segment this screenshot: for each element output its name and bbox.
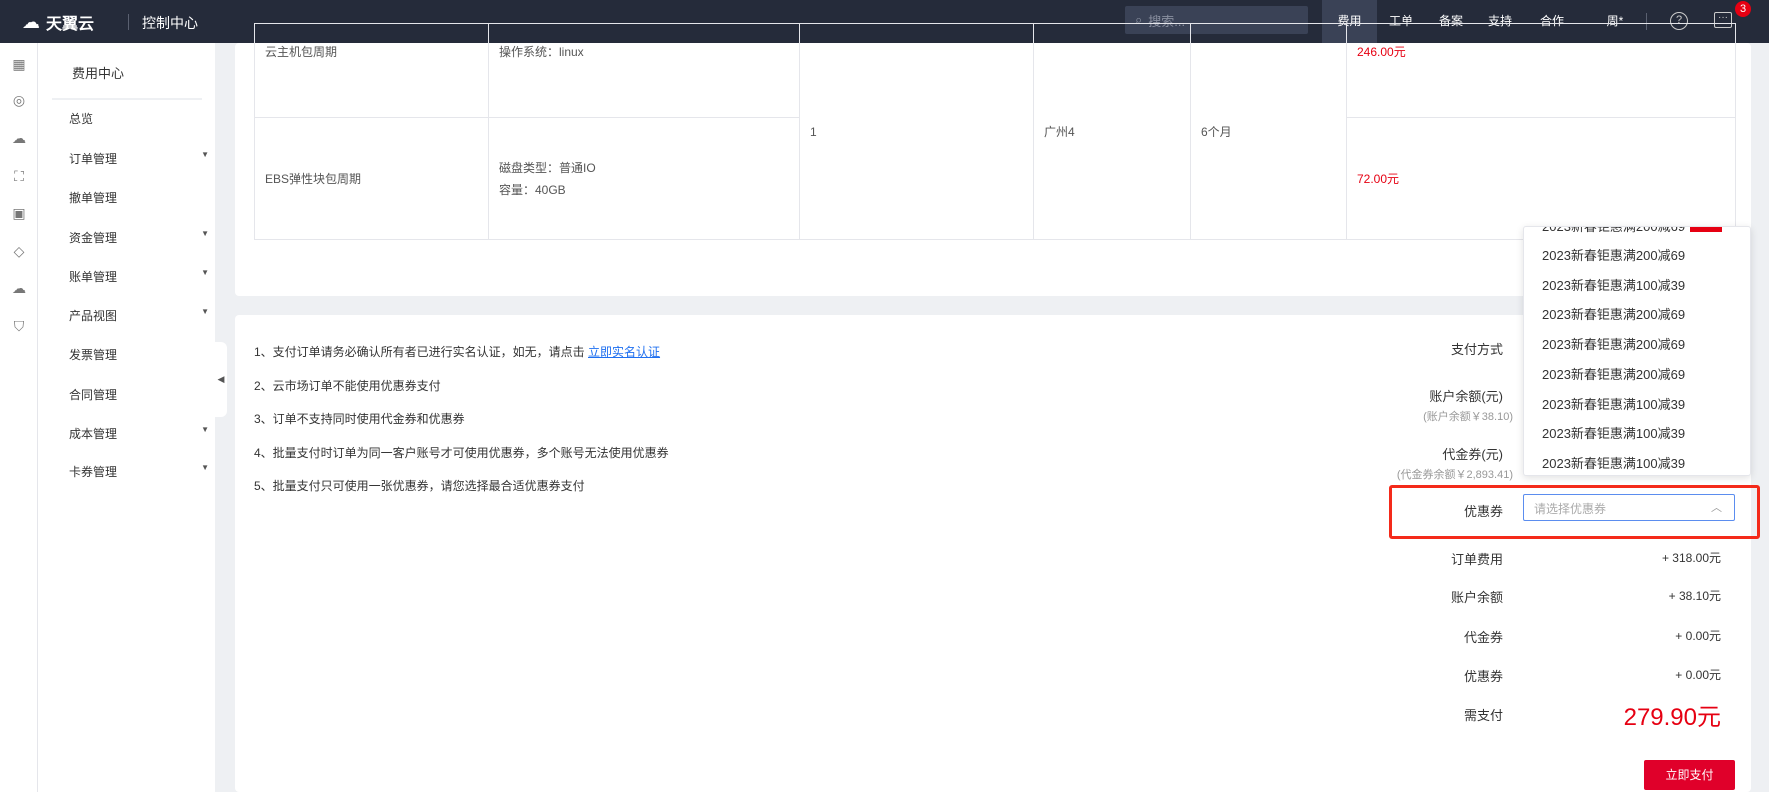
sidebar-item[interactable]: 总览	[69, 110, 209, 127]
product-config: 操作系统：linux	[488, 23, 800, 118]
note-3: 3、订单不支持同时使用代金券和优惠券	[254, 412, 465, 426]
caret-down-icon: ▼	[201, 229, 209, 238]
sidebar-item[interactable]: 产品视图 ▼	[69, 307, 209, 324]
note-2: 2、云市场订单不能使用优惠券支付	[254, 379, 441, 393]
summary-label: 订单费用	[1450, 552, 1503, 567]
cloud-upload-icon[interactable]: ☁	[8, 277, 30, 299]
sidebar-item[interactable]: 卡券管理 ▼	[69, 463, 209, 480]
balance-sub: (账户余额￥38.10)	[1423, 411, 1513, 423]
dashboard-icon[interactable]: ▦	[8, 53, 30, 75]
coupon-option[interactable]: 2023新春钜惠满100减39	[1542, 423, 1685, 442]
note-5: 5、批量支付只可使用一张优惠券，请您选择最合适优惠券支付	[254, 479, 585, 493]
storage-icon[interactable]: ▣	[8, 202, 30, 224]
pay-now-button[interactable]: 立即支付	[1644, 760, 1735, 790]
balance-label: 账户余额(元)	[1429, 389, 1503, 404]
sidebar-item[interactable]: 成本管理 ▼	[69, 425, 209, 442]
caret-down-icon: ▼	[201, 463, 209, 472]
caret-left-icon: ◀	[217, 374, 225, 384]
caret-down-icon: ▼	[201, 307, 209, 316]
summary-value: + 318.00元	[1661, 551, 1721, 565]
voucher-sub: (代金券余额￥2,893.41)	[1396, 469, 1513, 481]
region: 广州4	[1033, 23, 1191, 240]
quantity: 1	[799, 23, 1034, 240]
sidebar-item[interactable]: 账单管理 ▼	[69, 268, 209, 285]
cloud-server-icon[interactable]: ☁	[8, 127, 30, 149]
product-config: 容量：40GB	[499, 182, 566, 197]
caret-down-icon: ▼	[201, 150, 209, 159]
divider	[52, 98, 202, 100]
vpc-icon[interactable]: ⛶	[8, 165, 30, 187]
caret-down-icon: ▼	[201, 425, 209, 434]
product-name: EBS弹性块包周期	[254, 117, 489, 240]
icon-rail: ▦ ◎ ☁ ⛶ ▣ ◇ ☁ ⛉	[0, 43, 38, 792]
coupon-option[interactable]: 2023新春钜惠满200减69	[1542, 334, 1685, 353]
summary-value: + 0.00元	[1675, 668, 1721, 682]
coupon-tag	[1690, 227, 1722, 232]
cloud-logo-icon: ☁	[22, 11, 40, 32]
coupon-option[interactable]: 2023新春钜惠满200减69	[1542, 245, 1685, 264]
coupon-option[interactable]: 2023新春钜惠满100减39	[1542, 394, 1685, 413]
coupon-dropdown: 2023新春钜惠满200减69 2023新春钜惠满200减69 2023新春钜惠满…	[1523, 226, 1751, 476]
sidebar-item[interactable]: 发票管理	[69, 346, 209, 363]
highlight-box	[1389, 485, 1760, 539]
caret-down-icon: ▼	[201, 268, 209, 277]
divider	[128, 14, 129, 30]
collapse-sidebar-handle[interactable]: ◀	[215, 342, 227, 417]
summary-value: + 0.00元	[1675, 629, 1721, 643]
coupon-option[interactable]: 2023新春钜惠满200减69	[1542, 227, 1685, 235]
payment-method-label: 支付方式	[1450, 342, 1503, 357]
sidebar-item[interactable]: 合同管理	[69, 386, 209, 403]
coupon-option[interactable]: 2023新春钜惠满100减39	[1542, 275, 1685, 294]
fee-icon[interactable]: ◎	[8, 89, 30, 111]
table-row: 云主机包周期 操作系统：linux 1 广州4 6个月 246.00元	[254, 23, 1736, 240]
scan-icon[interactable]: ◇	[8, 240, 30, 262]
voucher-label: 代金券(元)	[1442, 447, 1503, 462]
sidebar-item[interactable]: 撤单管理	[69, 189, 209, 206]
price: 72.00元	[1346, 117, 1736, 240]
shield-icon[interactable]: ⛉	[8, 315, 30, 337]
console-title[interactable]: 控制中心	[142, 13, 198, 33]
sidebar-item[interactable]: 订单管理 ▼	[69, 150, 209, 167]
summary-label: 优惠券	[1463, 669, 1503, 684]
sidebar-item[interactable]: 资金管理 ▼	[69, 229, 209, 246]
order-table: 云主机包周期 操作系统：linux 1 广州4 6个月 246.00元 EBS弹…	[254, 23, 1736, 240]
real-name-auth-link[interactable]: 立即实名认证	[588, 345, 660, 359]
duration: 6个月	[1190, 23, 1347, 240]
coupon-option[interactable]: 2023新春钜惠满200减69	[1542, 304, 1685, 323]
note-1: 1、支付订单请务必确认所有者已进行实名认证，如无，请点击 立即实名认证	[254, 345, 661, 359]
total-label: 需支付	[1463, 708, 1503, 723]
sidebar: 费用中心 总览订单管理 ▼ 撤单管理资金管理 ▼ 账单管理 ▼ 产品视图 ▼ 发票管理合同管理成…	[38, 43, 215, 792]
coupon-option[interactable]: 2023新春钜惠满200减69	[1542, 364, 1685, 383]
sidebar-title: 费用中心	[72, 66, 125, 81]
summary-value: + 38.10元	[1668, 589, 1721, 603]
note-4: 4、批量支付时订单为同一客户账号才可使用优惠券，多个账号无法使用优惠券	[254, 446, 669, 460]
message-count-badge: 3	[1735, 1, 1751, 17]
summary-label: 代金券	[1463, 630, 1503, 645]
total-amount: 279.90元	[1623, 704, 1721, 731]
price: 246.00元	[1346, 23, 1736, 118]
product-config: 磁盘类型：普通IO	[499, 160, 596, 175]
product-name: 云主机包周期	[254, 23, 489, 118]
coupon-option[interactable]: 2023新春钜惠满100减39	[1542, 453, 1685, 472]
brand-logo[interactable]: ☁ 天翼云	[22, 10, 94, 34]
summary-label: 账户余额	[1450, 590, 1503, 605]
